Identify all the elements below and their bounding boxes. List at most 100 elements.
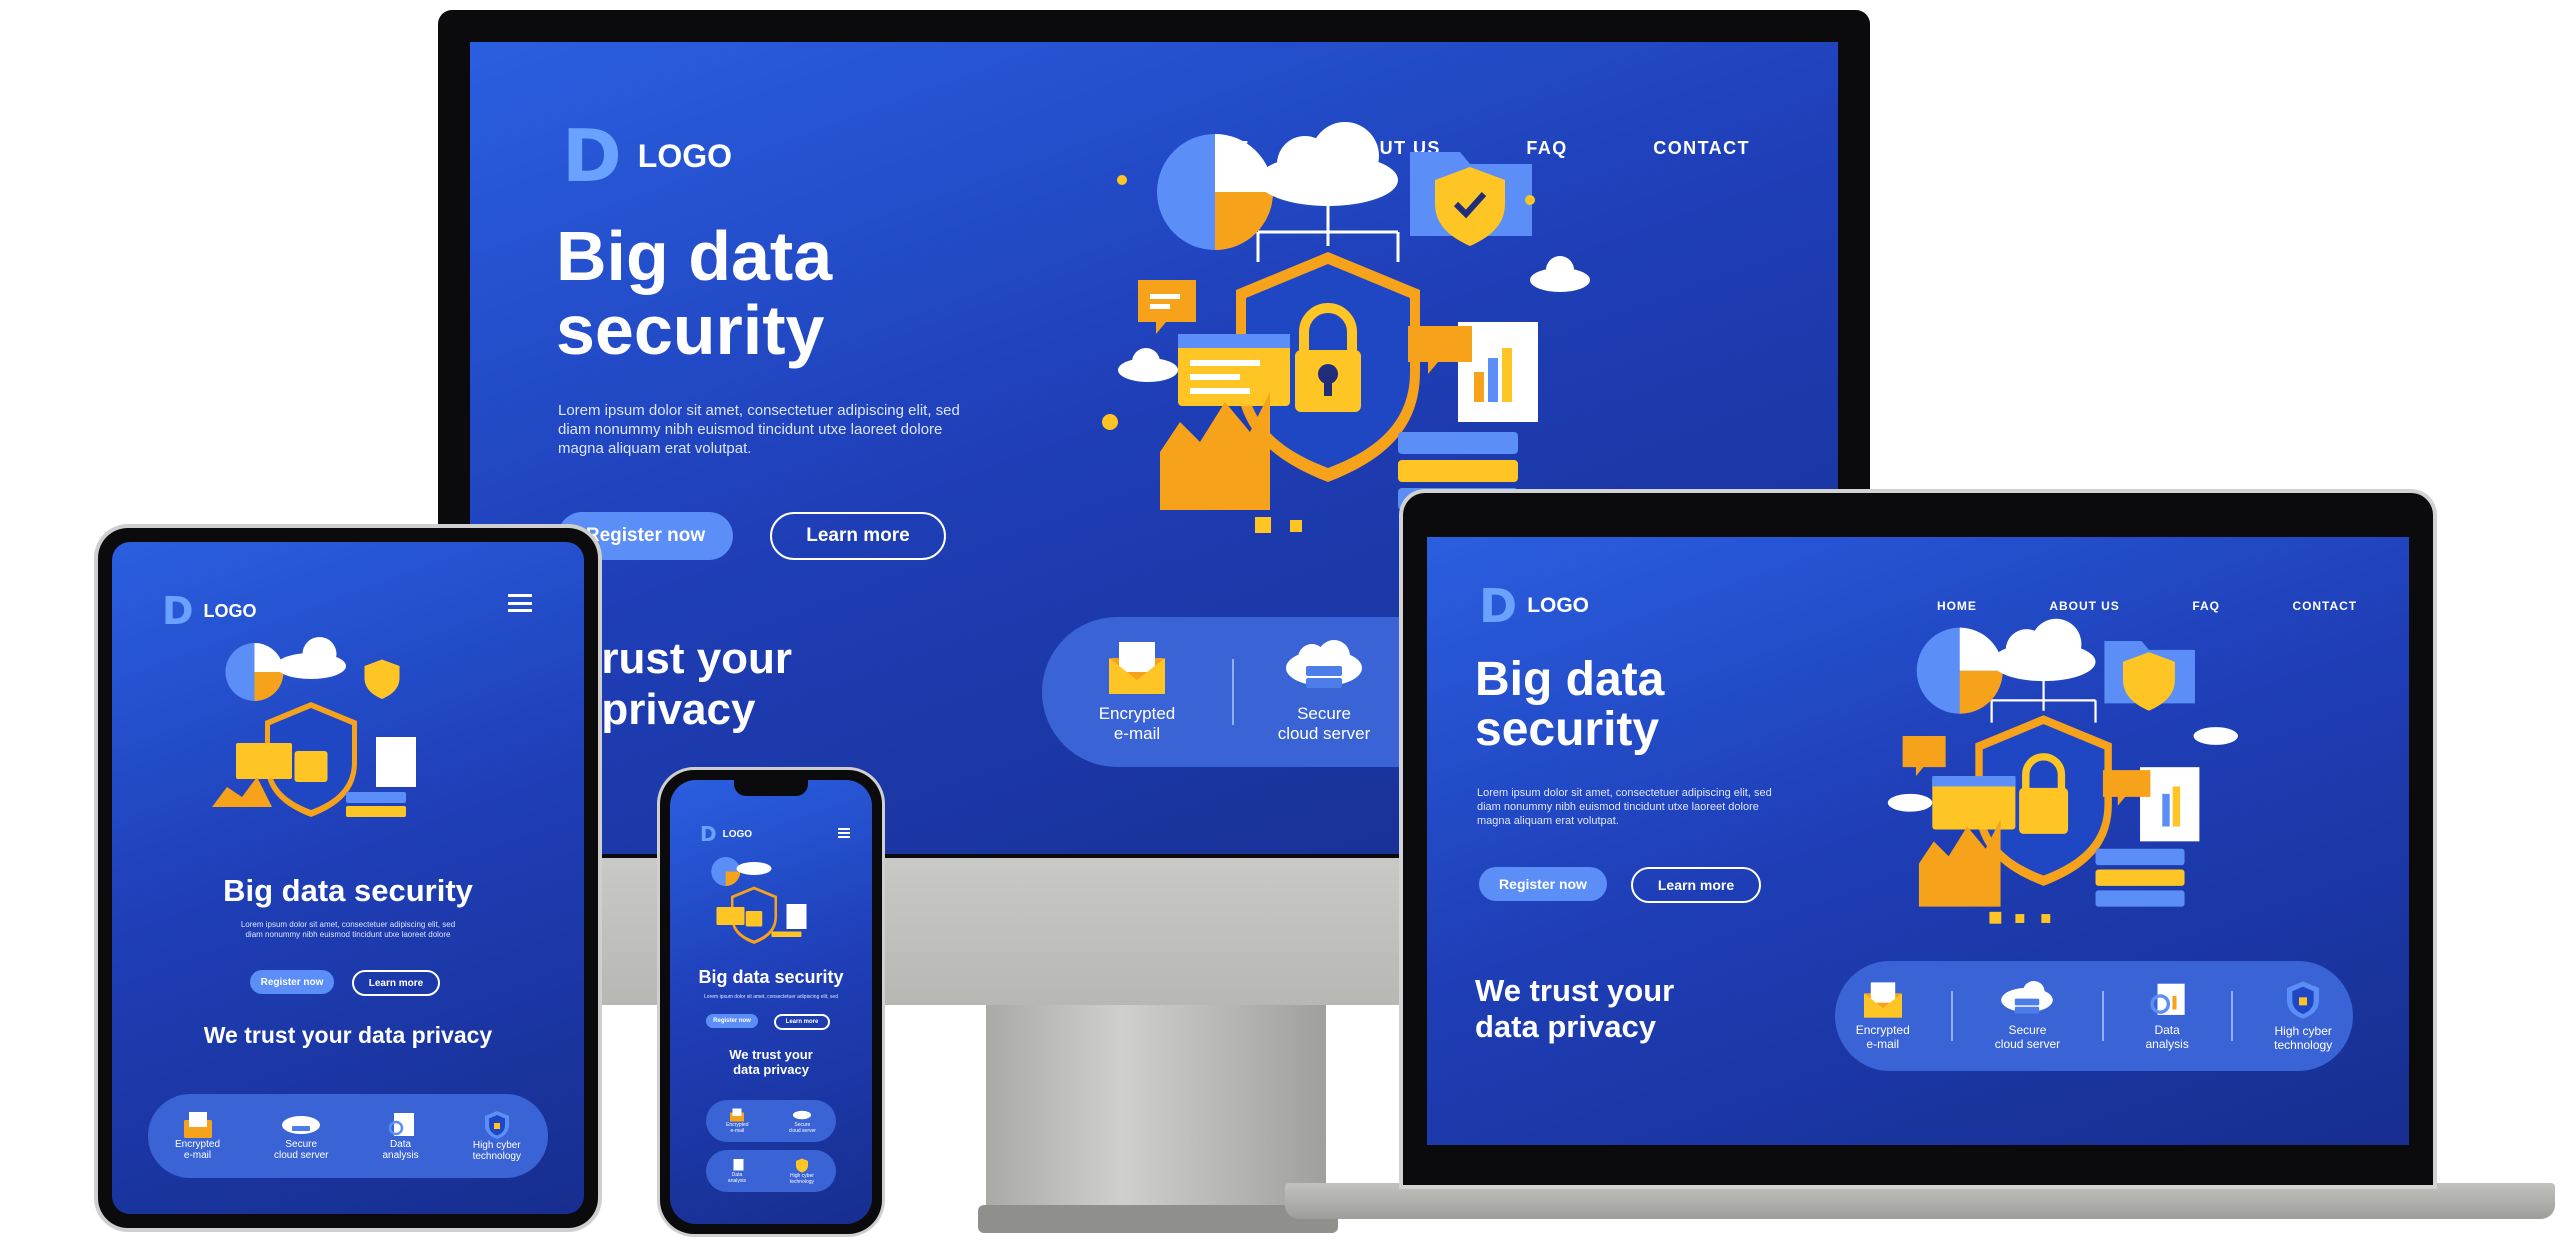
trust-line2: data privacy [733, 1061, 809, 1077]
security-illustration [711, 857, 807, 944]
hero-body-line: Lorem ipsum dolor sit amet, consectetuer… [240, 920, 456, 929]
feature-label: analysis [382, 1150, 419, 1161]
learn-more-button[interactable]: Learn more [352, 970, 440, 996]
browser-window-icon [1178, 334, 1290, 406]
feature-divider [2101, 991, 2104, 1041]
phone-notch [734, 780, 808, 796]
hero-body-line: magna aliquam erat volutpat. [558, 439, 752, 457]
feature-label: Encrypted [1098, 704, 1176, 723]
feature-label: analysis [727, 1178, 746, 1184]
learn-more-button[interactable]: Learn more [1631, 867, 1761, 903]
nav-faq[interactable]: FAQ [2192, 599, 2220, 613]
shield-icon [484, 1111, 509, 1139]
feature-secure-cloud-server: Secure cloud server [1995, 981, 2060, 1051]
feature-label: High cyber [2274, 1024, 2332, 1038]
security-illustration [1887, 618, 2238, 924]
hamburger-menu-icon[interactable] [838, 828, 850, 838]
feature-label: Secure [2008, 1023, 2047, 1037]
phone-screen: D LOGO Big data security Lorem ipsum dol… [670, 780, 872, 1224]
cloud-server-icon [793, 1110, 812, 1120]
nav-about-us[interactable]: ABOUT US [2049, 599, 2119, 613]
cloud-icon [1258, 122, 1398, 206]
monitor-stand-neck [986, 1005, 1326, 1220]
feature-data-analysis: Data analysis [382, 1111, 419, 1161]
feature-encrypted-email: Encrypted e-mail [175, 1111, 220, 1161]
features-pill: Encrypted e-mail Secure cloud server [706, 1100, 836, 1142]
hero-title-line2: security [556, 290, 825, 369]
logo-mark-icon: D [562, 114, 622, 198]
hero-title-line1: Big data [556, 217, 833, 295]
feature-high-cyber-technology: High cyber technology [473, 1110, 521, 1162]
feature-label: Encrypted [174, 1139, 221, 1150]
feature-label: e-mail [1866, 1037, 1900, 1051]
envelope-icon [730, 1108, 745, 1122]
feature-secure-cloud-server: Secure cloud server [789, 1108, 816, 1134]
laptop: D LOGO HOME ABOUT US FAQ CONTACT Big dat… [1285, 493, 2555, 1233]
laptop-base [1285, 1183, 2555, 1219]
envelope-icon [1109, 642, 1165, 694]
feature-label: cloud server [274, 1150, 329, 1161]
hero-title: Big data security [1475, 653, 1665, 757]
features-pill: Encrypted e-mail Secure cloud server Data a… [148, 1094, 548, 1178]
logo[interactable]: D LOGO [162, 592, 257, 630]
logo-text: LOGO [722, 828, 753, 840]
hamburger-menu-icon[interactable] [508, 594, 532, 612]
feature-data-analysis: Data analysis [728, 1158, 746, 1184]
feature-label: Secure [285, 1139, 318, 1150]
hero-body-line: diam nonummy nibh euismod tincidunt utxe… [245, 930, 451, 940]
learn-more-button[interactable]: Learn more [770, 512, 946, 560]
nav-home[interactable]: HOME [1937, 599, 1977, 613]
hero-title-line1: Big data [1475, 653, 1665, 706]
feature-high-cyber-technology: High cyber technology [790, 1158, 814, 1185]
hero-body-line: Lorem ipsum dolor sit amet, consectetuer… [558, 402, 960, 419]
envelope-icon [183, 1112, 212, 1138]
logo[interactable]: D LOGO [562, 120, 732, 192]
data-analysis-icon [2150, 983, 2185, 1015]
trust-heading: We trust your data privacy [670, 1047, 872, 1078]
feature-label: cloud server [788, 1128, 816, 1134]
feature-label: technology [789, 1178, 815, 1185]
feature-encrypted-email: Encrypted e-mail [1856, 981, 1910, 1051]
hero-title-line2: security [1475, 703, 1660, 757]
cloud-server-icon [2001, 981, 2054, 1014]
feature-label: Data [389, 1139, 412, 1150]
learn-more-button[interactable]: Learn more [774, 1014, 830, 1030]
trust-line2: data privacy [1475, 1008, 1656, 1044]
features-pill: Data analysis High cyber technology [706, 1150, 836, 1192]
hero-body-line: magna aliquam erat volutpat. [1477, 814, 1619, 827]
logo-mark-icon: D [162, 589, 194, 633]
register-button[interactable]: Register now [250, 970, 334, 994]
register-button[interactable]: Register now [1479, 867, 1607, 901]
shield-icon [2287, 981, 2320, 1019]
logo-mark-icon: D [1479, 579, 1518, 633]
logo[interactable]: D LOGO [700, 824, 752, 844]
feature-secure-cloud-server: Secure cloud server [274, 1111, 328, 1161]
hero-body: Lorem ipsum dolor sit amet, consectetuer… [112, 920, 584, 941]
tablet-screen: D LOGO Big data security Lorem ipsum dol… [112, 542, 584, 1214]
logo-text: LOGO [637, 137, 732, 174]
logo-mark-icon: D [700, 822, 717, 846]
data-analysis-icon [733, 1159, 744, 1171]
feature-high-cyber-technology: High cyber technology [2274, 980, 2332, 1052]
shield-icon [795, 1158, 808, 1172]
hero-title: Big data security [698, 967, 844, 987]
trust-heading: We trust your data privacy [1475, 973, 1674, 1044]
feature-label: e-mail [730, 1128, 745, 1134]
trust-heading: We trust your data privacy [203, 1022, 493, 1048]
envelope-icon [1863, 982, 1902, 1018]
feature-label: Encrypted [1855, 1023, 1910, 1037]
feature-label: Data [2154, 1023, 2180, 1037]
feature-label: e-mail [1113, 724, 1161, 743]
nav-contact[interactable]: CONTACT [2293, 599, 2358, 613]
logo-text: LOGO [203, 600, 257, 621]
logo[interactable]: D LOGO [1479, 583, 1589, 629]
feature-divider [2230, 991, 2233, 1041]
feature-encrypted-email: Encrypted e-mail [1042, 640, 1232, 744]
register-button[interactable]: Register now [706, 1014, 758, 1028]
hero-body: Lorem ipsum dolor sit amet, consectetuer… [1477, 787, 1772, 828]
hero-title: Big data security [223, 873, 473, 908]
laptop-screen: D LOGO HOME ABOUT US FAQ CONTACT Big dat… [1427, 537, 2409, 1145]
feature-label: technology [472, 1151, 521, 1162]
trust-line1: We trust your [1475, 973, 1675, 1008]
main-nav: HOME ABOUT US FAQ CONTACT [1937, 599, 2357, 613]
